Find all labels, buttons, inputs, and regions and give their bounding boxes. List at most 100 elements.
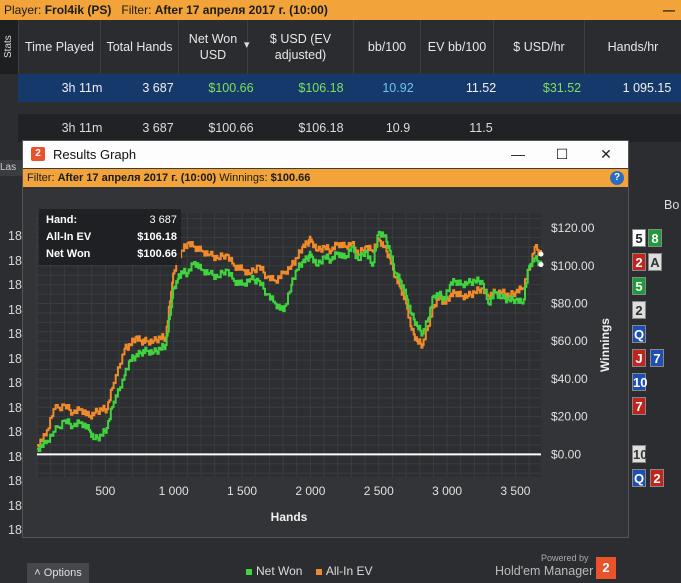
player-value[interactable]: Frol4ik (PS) [45,3,112,17]
player-label: Player: [4,3,42,17]
window-titlebar[interactable]: 2 Results Graph — ☐ ✕ [23,141,628,168]
hand-row-number: 18 [8,278,22,292]
y-tick-label: $80.00 [551,297,588,311]
x-tick-label: 1 500 [227,484,257,498]
y-tick-label: $60.00 [551,334,588,348]
table-cell: $31.52 [542,81,582,95]
column-header[interactable]: Net Won USD [178,20,247,74]
table-row-total[interactable]: 3h 11m 3 687 $100.66 $106.18 10.9 11.5 [18,114,681,142]
board-card: Q [632,469,646,487]
options-button[interactable]: ˄ Options [27,563,89,583]
help-icon[interactable]: ? [610,171,624,185]
column-header[interactable]: $ USD (EV adjusted) [247,20,353,74]
powered-by: Powered by [541,553,589,563]
winnings-value: $100.66 [270,172,311,184]
column-header[interactable]: EV bb/100 [420,20,493,74]
series-end-marker [538,262,544,268]
board-card: 8 [648,229,662,247]
chevron-up-icon: ˄ [34,567,41,579]
x-tick-label: 2 500 [364,484,394,498]
table-cell: $106.18 [298,81,344,95]
close-icon[interactable]: ✕ [586,141,626,168]
board-card: 2 [650,469,664,487]
column-header[interactable]: $ USD/hr [493,20,584,74]
hand-row-number: 18 [8,376,22,390]
stats-box-label: All-In EV [46,231,92,243]
stats-box-label: Hand: [46,214,77,226]
hand-row-number: 18 [8,498,22,513]
sort-arrow-icon[interactable]: ▾ [244,38,250,51]
hand-row-number: 18 [8,474,22,488]
legend-all-in-ev: All-In EV [325,564,373,578]
chart-legend: Net Won All-In EV [246,564,373,578]
hand-row-number: 18 [8,523,22,537]
graph-area: 500 1 000 1 500 2 000 2 500 3 000 3 500 $0.00 $2… [23,187,628,583]
table-cell: 3 687 [142,81,174,95]
board-card: 2 [632,253,646,271]
hand-row-number: 18 [8,253,22,268]
x-axis-label: Hands [271,510,308,524]
filter-label: Filter: [121,3,152,17]
table-cell: 11.5 [469,121,493,135]
stats-box-value: 3 687 [149,214,177,226]
row-separator [18,102,681,114]
graph-filter-bar: Filter: After 17 апреля 2017 г. (10:00) … [23,169,628,187]
filter-value[interactable]: After 17 апреля 2017 г. (10:00) [155,3,328,17]
column-header[interactable]: Time Played [18,20,100,74]
x-tick-label: 3 500 [500,484,530,498]
maximize-icon[interactable]: ☐ [542,141,582,168]
board-card: 7 [632,397,646,415]
hand-row-number: 18 [8,229,22,243]
stats-box-label: Net Won [46,248,91,260]
last-tab[interactable]: Las [0,160,22,176]
minimize-icon[interactable]: — [498,141,538,168]
y-tick-label: $0.00 [551,447,581,461]
y-tick-label: $120.00 [551,221,595,235]
hm-logo-icon: 2 [31,147,45,161]
board-card: 5 [632,229,646,247]
table-cell: 3 687 [142,121,174,135]
board-card: A [648,253,662,271]
table-cell: 3h 11m [61,81,103,95]
board-card: J [632,349,646,367]
board-card: 5 [632,277,646,295]
hand-row-number: 18 [8,327,22,341]
stats-box-value: $106.18 [137,231,177,243]
board-card: 10 [632,373,648,391]
table-cell: 10.92 [382,81,414,95]
x-tick-label: 2 000 [295,484,325,498]
board-column-label: Bo [664,198,680,212]
x-tick-label: 1 000 [159,484,189,498]
board-card: 10 [632,445,648,463]
column-header[interactable]: bb/100 [353,20,420,74]
net-won-swatch [246,568,252,575]
results-chart: 500 1 000 1 500 2 000 2 500 3 000 3 500 $0.00 $2… [36,209,612,524]
y-axis-label: Winnings [598,318,612,372]
series-end-marker [538,251,544,257]
stats-side-tab[interactable]: Stats [0,20,18,74]
minimize-icon[interactable]: — [663,0,675,20]
winnings-label: Winnings: [219,172,268,184]
stats-box-value: $100.66 [137,248,177,260]
graph-filter-label: Filter: [27,172,55,184]
table-cell: $106.18 [298,121,344,135]
x-tick-label: 3 000 [432,484,462,498]
table-cell: 3h 11m [61,121,103,135]
y-tick-label: $100.00 [551,259,595,273]
brand-name: Hold'em Manager [495,564,594,578]
column-header[interactable]: Hands/hr [584,20,681,74]
column-header[interactable]: Total Hands [100,20,178,74]
hand-row-number: 18 [8,351,22,366]
hand-row-number: 18 [8,425,22,439]
table-row-selected[interactable]: 3h 11m 3 687 $100.66 $106.18 10.92 11.52 $31.5… [18,74,681,102]
results-graph-window: 2 Results Graph — ☐ ✕ Filter: After 17 а… [22,140,629,583]
table-cell: 10.9 [385,121,411,135]
hand-row-number: 18 [8,449,22,464]
window-title: Results Graph [53,147,137,162]
table-cell: 1 095.15 [622,81,672,95]
all-in-ev-swatch [315,568,322,575]
y-tick-label: $40.00 [551,372,588,386]
board-card: Q [632,325,646,343]
x-tick-label: 500 [95,484,115,498]
table-cell: 11.52 [465,81,497,95]
